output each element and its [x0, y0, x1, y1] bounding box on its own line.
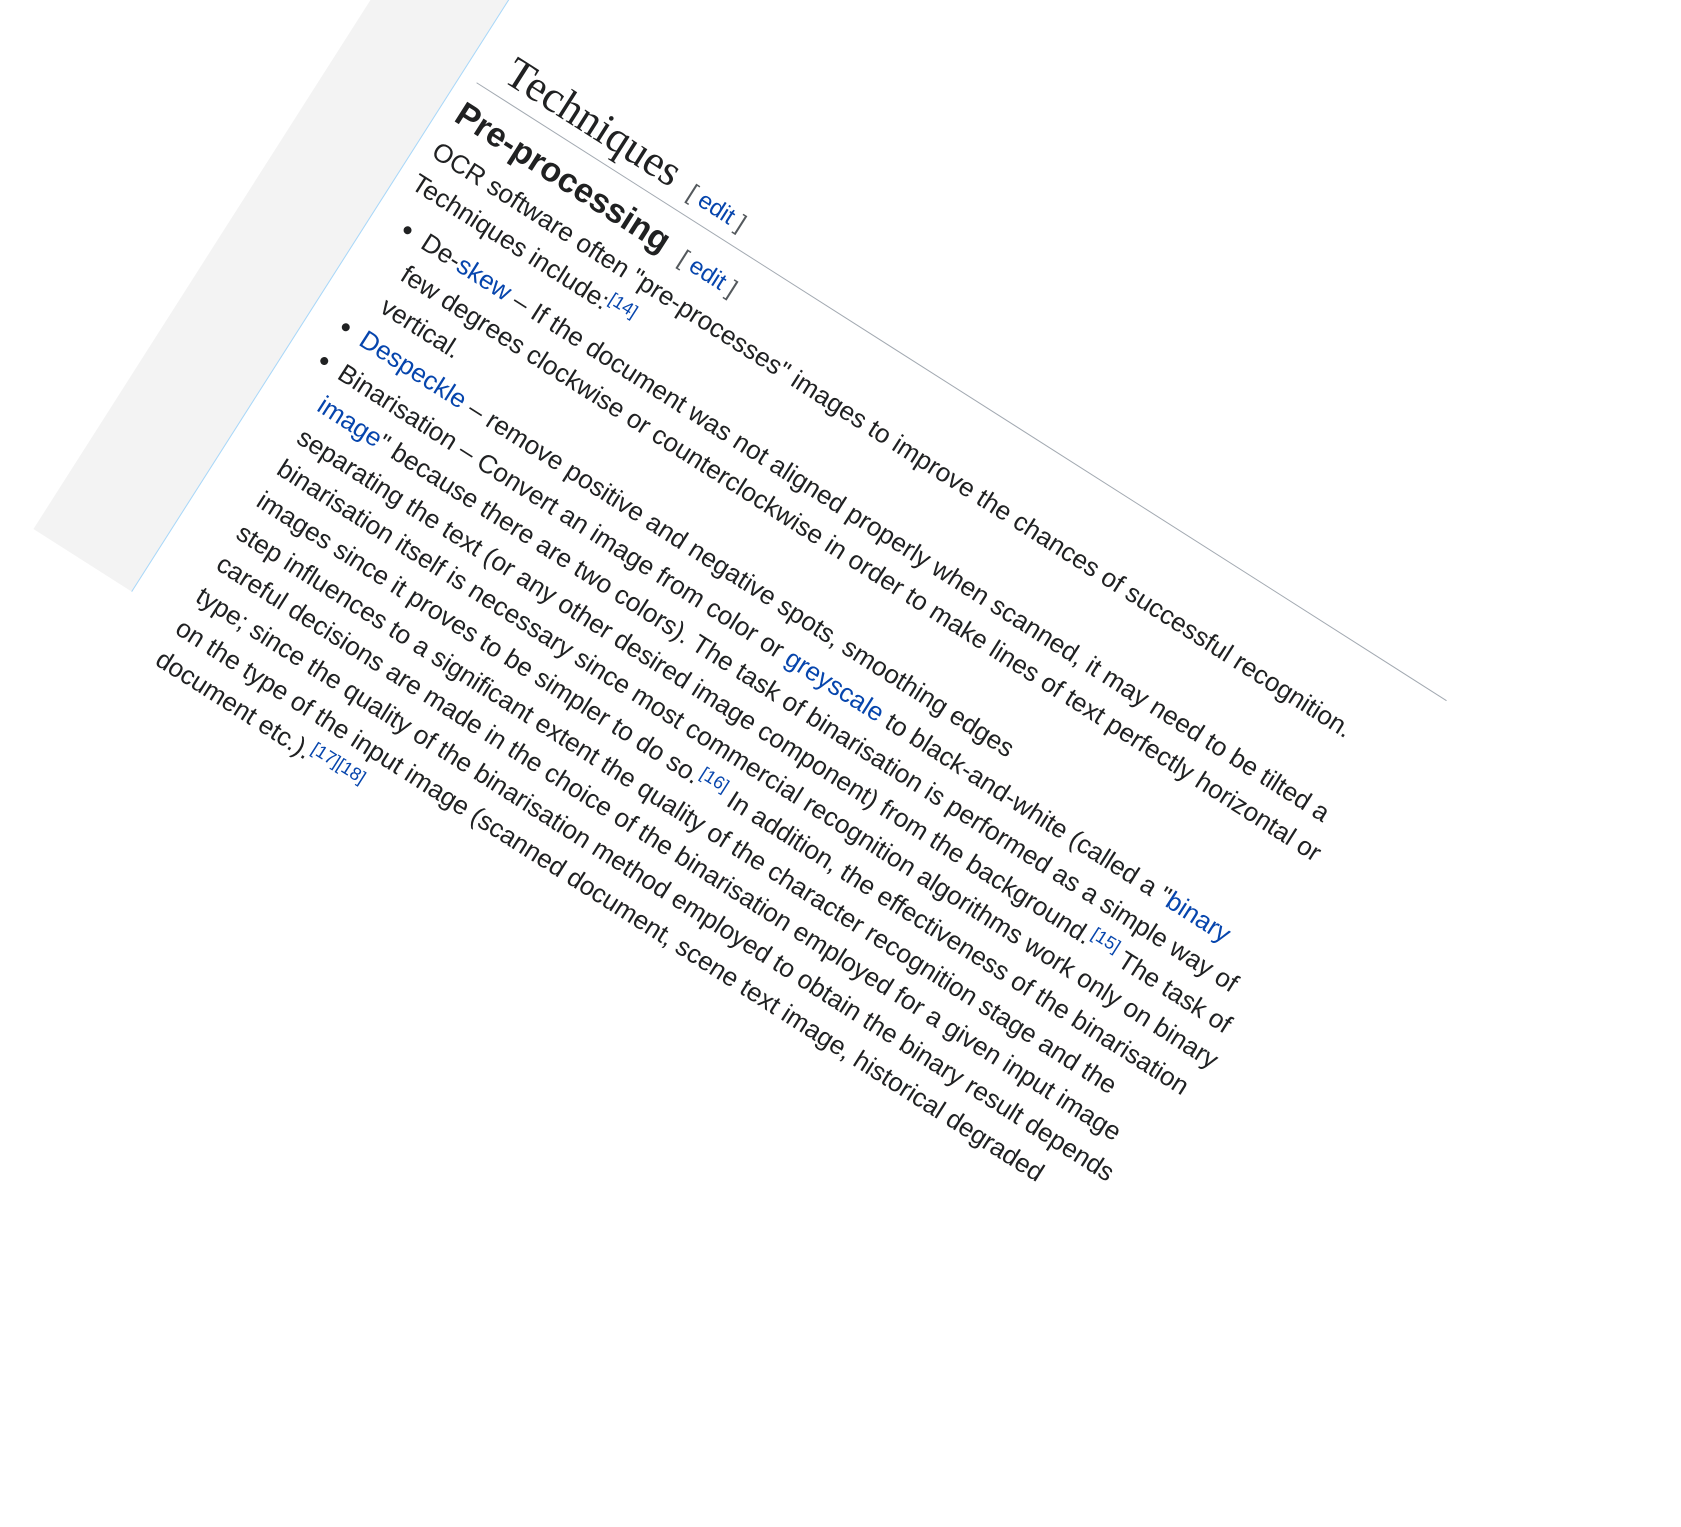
section-edit-link[interactable]: edit	[693, 187, 740, 231]
section-edit: [edit]	[682, 179, 751, 237]
rotated-page: Techniques [edit] Pre-processing [edit] …	[16, 0, 1495, 1413]
